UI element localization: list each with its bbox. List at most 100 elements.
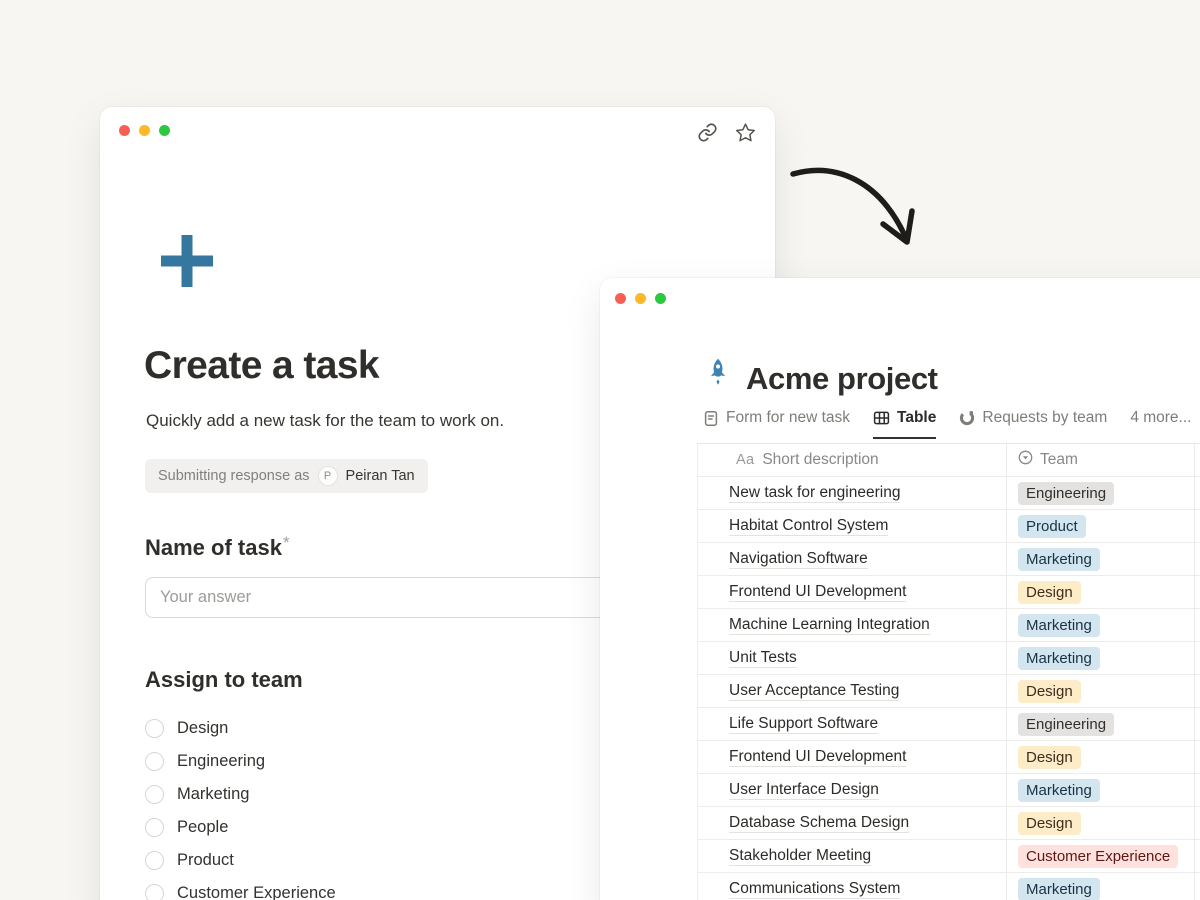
team-cell[interactable]: Customer Experience	[1006, 840, 1194, 872]
tab-requests-by-team[interactable]: Requests by team	[959, 409, 1107, 439]
task-title-cell[interactable]: Database Schema Design	[698, 807, 1006, 839]
table-row: Machine Learning Integration Marketing	[698, 609, 1200, 642]
team-cell[interactable]: Marketing	[1006, 543, 1194, 575]
team-cell[interactable]: Design	[1006, 807, 1194, 839]
task-title-cell[interactable]: Machine Learning Integration	[698, 609, 1006, 641]
radio-option[interactable]: Engineering	[145, 750, 336, 773]
tab-table[interactable]: Table	[873, 409, 936, 439]
task-title-cell[interactable]: Frontend UI Development	[698, 576, 1006, 608]
table-row: Unit Tests Marketing	[698, 642, 1200, 675]
page-background: Create a task Quickly add a new task for…	[0, 0, 1200, 900]
link-icon[interactable]	[697, 122, 718, 143]
star-icon[interactable]	[735, 122, 756, 143]
tab-label: Table	[897, 409, 936, 427]
team-cell[interactable]: Marketing	[1006, 873, 1194, 900]
table-window: Acme project Form for new task	[600, 278, 1200, 900]
task-title: Stakeholder Meeting	[729, 847, 871, 866]
task-title-cell[interactable]: Life Support Software	[698, 708, 1006, 740]
row-spacer	[1194, 477, 1200, 509]
team-cell[interactable]: Engineering	[1006, 477, 1194, 509]
tab-label: 4 more...	[1130, 409, 1191, 427]
task-title-cell[interactable]: New task for engineering	[698, 477, 1006, 509]
task-title-cell[interactable]: Navigation Software	[698, 543, 1006, 575]
radio-option-label: People	[177, 818, 228, 837]
task-title-cell[interactable]: User Acceptance Testing	[698, 675, 1006, 707]
radio-option[interactable]: Customer Experience	[145, 882, 336, 900]
row-spacer	[1194, 675, 1200, 707]
radio-option-label: Product	[177, 851, 234, 870]
row-spacer	[1194, 609, 1200, 641]
row-spacer	[1194, 576, 1200, 608]
required-mark: *	[283, 533, 290, 552]
team-cell[interactable]: Engineering	[1006, 708, 1194, 740]
team-cell[interactable]: Design	[1006, 675, 1194, 707]
column-team[interactable]: Team	[1006, 444, 1194, 476]
close-window-button[interactable]	[615, 293, 626, 304]
tab-more-views[interactable]: 4 more...	[1130, 409, 1191, 439]
task-title: Frontend UI Development	[729, 748, 906, 767]
task-title-cell[interactable]: User Interface Design	[698, 774, 1006, 806]
task-title-cell[interactable]: Frontend UI Development	[698, 741, 1006, 773]
table-row: User Interface Design Marketing	[698, 774, 1200, 807]
radio-button[interactable]	[145, 785, 164, 804]
row-spacer	[1194, 642, 1200, 674]
team-cell[interactable]: Marketing	[1006, 642, 1194, 674]
radio-option[interactable]: People	[145, 816, 336, 839]
table-rows: New task for engineering Engineering Hab…	[698, 477, 1200, 900]
table-row: New task for engineering Engineering	[698, 477, 1200, 510]
radio-option[interactable]: Product	[145, 849, 336, 872]
zoom-window-button[interactable]	[159, 125, 170, 136]
name-of-task-label: Name of task*	[145, 533, 290, 561]
task-title: User Acceptance Testing	[729, 682, 899, 701]
close-window-button[interactable]	[119, 125, 130, 136]
form-icon	[703, 410, 719, 427]
zoom-window-button[interactable]	[655, 293, 666, 304]
team-tag: Product	[1018, 515, 1086, 538]
team-cell[interactable]: Design	[1006, 741, 1194, 773]
pie-chart-icon	[959, 410, 975, 426]
radio-button[interactable]	[145, 752, 164, 771]
view-tabs: Form for new task Table	[703, 409, 1191, 439]
team-cell[interactable]: Marketing	[1006, 774, 1194, 806]
radio-option[interactable]: Marketing	[145, 783, 336, 806]
team-tag: Design	[1018, 680, 1081, 703]
task-title-cell[interactable]: Unit Tests	[698, 642, 1006, 674]
team-cell[interactable]: Product	[1006, 510, 1194, 542]
window-controls	[119, 125, 170, 136]
task-title: Database Schema Design	[729, 814, 909, 833]
table-row: Life Support Software Engineering	[698, 708, 1200, 741]
form-title: Create a task	[144, 344, 379, 388]
tab-form-for-new-task[interactable]: Form for new task	[703, 409, 850, 439]
team-tag: Marketing	[1018, 614, 1100, 637]
rocket-icon	[705, 357, 731, 398]
team-tag: Engineering	[1018, 482, 1114, 505]
radio-option[interactable]: Design	[145, 717, 336, 740]
task-title-cell[interactable]: Stakeholder Meeting	[698, 840, 1006, 872]
submitting-as-chip[interactable]: Submitting response as P Peiran Tan	[145, 459, 428, 493]
radio-button[interactable]	[145, 818, 164, 837]
minimize-window-button[interactable]	[139, 125, 150, 136]
form-subtitle: Quickly add a new task for the team to w…	[146, 411, 504, 431]
radio-option-label: Design	[177, 719, 228, 738]
table-row: Stakeholder Meeting Customer Experience	[698, 840, 1200, 873]
radio-button[interactable]	[145, 719, 164, 738]
team-tag: Marketing	[1018, 779, 1100, 802]
row-spacer	[1194, 510, 1200, 542]
table-header-row: Aa Short description Team	[698, 444, 1200, 477]
team-tag: Marketing	[1018, 548, 1100, 571]
task-title: New task for engineering	[729, 484, 900, 503]
team-cell[interactable]: Design	[1006, 576, 1194, 608]
task-title-cell[interactable]: Communications System	[698, 873, 1006, 900]
minimize-window-button[interactable]	[635, 293, 646, 304]
table-icon	[873, 410, 890, 426]
team-tag: Design	[1018, 581, 1081, 604]
column-short-description[interactable]: Aa Short description	[698, 444, 1006, 476]
radio-button[interactable]	[145, 851, 164, 870]
task-title-cell[interactable]: Habitat Control System	[698, 510, 1006, 542]
tab-label: Form for new task	[726, 409, 850, 427]
table-row: Navigation Software Marketing	[698, 543, 1200, 576]
table-row: Frontend UI Development Design	[698, 741, 1200, 774]
team-cell[interactable]: Marketing	[1006, 609, 1194, 641]
team-tag: Design	[1018, 746, 1081, 769]
radio-button[interactable]	[145, 884, 164, 900]
